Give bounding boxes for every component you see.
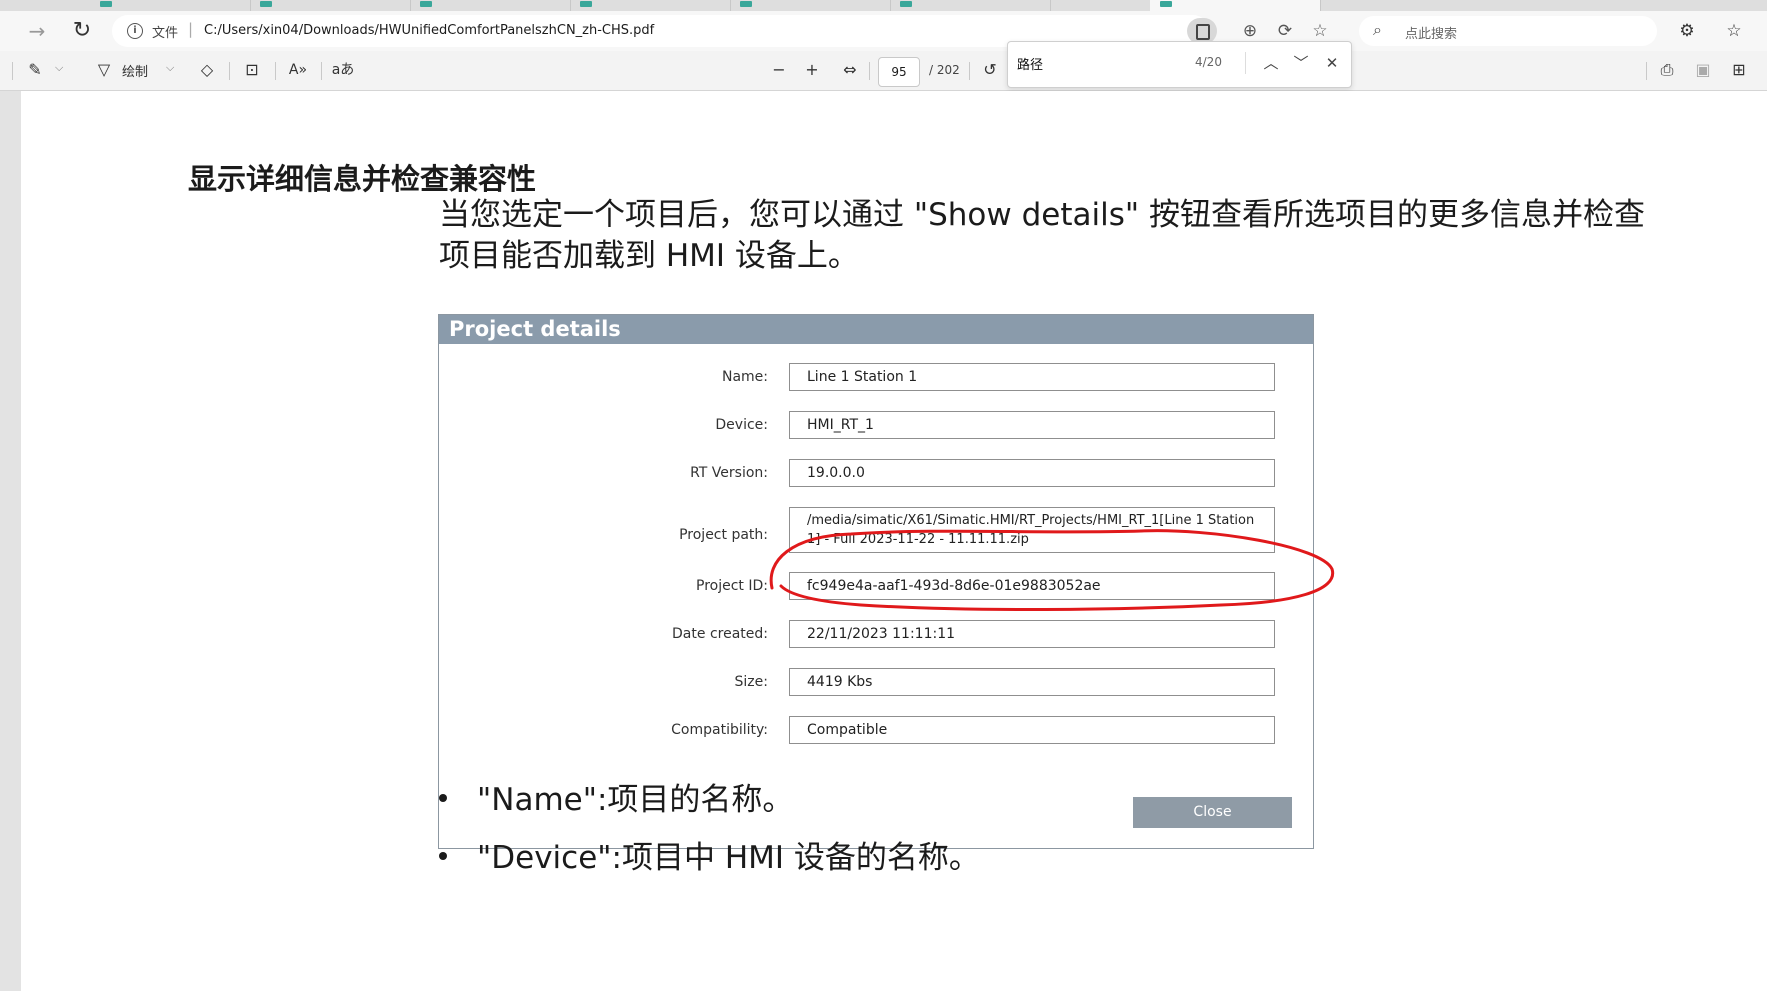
- section-heading: 显示详细信息并检查兼容性: [188, 162, 537, 196]
- detail-value: 4419 Kbs: [789, 668, 1275, 696]
- address-bar-row: → ↻ i 文件 | C:/Users/xin04/Downloads/HWUn…: [0, 11, 1767, 51]
- detail-label: Name:: [721, 369, 768, 385]
- toolbar-divider: [12, 62, 13, 80]
- text-box-icon[interactable]: ⊡: [240, 59, 264, 81]
- pdf-toolbar: ✎ ⌵ ▽ 绘制 ⌵ ◇ ⊡ A» aあ − + ⇔ 95 / 202 ↺ ⌕ …: [0, 51, 1767, 135]
- browser-tab[interactable]: [410, 0, 571, 11]
- bullet-dot: [439, 851, 447, 860]
- zoom-icon[interactable]: ⊕: [1238, 19, 1262, 43]
- bullet-text: "Device":项目中 HMI 设备的名称。: [477, 840, 980, 876]
- translate-icon[interactable]: aあ: [331, 59, 355, 81]
- chevron-down-icon[interactable]: ⌵: [55, 61, 63, 75]
- browser-tab[interactable]: [570, 0, 731, 11]
- detail-value: fc949e4a-aaf1-493d-8d6e-01e9883052ae: [789, 572, 1275, 600]
- toolbar-divider: [869, 62, 870, 80]
- highlight-icon[interactable]: ✎: [23, 59, 47, 81]
- search-icon: ⌕: [1373, 20, 1382, 39]
- page-total: / 202: [929, 63, 960, 77]
- tab-favicon: [1160, 1, 1172, 7]
- zoom-out-icon[interactable]: −: [768, 59, 790, 81]
- browser-tab[interactable]: [250, 0, 411, 11]
- reload-icon[interactable]: ↻: [69, 19, 95, 43]
- body-paragraph: 当您选定一个项目后，您可以通过 "Show details" 按钮查看所选项目的…: [439, 197, 1645, 274]
- detail-value: /media/simatic/X61/Simatic.HMI/RT_Projec…: [789, 507, 1275, 553]
- toolbar-divider: [969, 62, 970, 80]
- detail-label: Date created:: [672, 626, 768, 642]
- bullet-item-name: "Name":项目的名称。: [439, 774, 793, 819]
- url-scheme-label: 文件: [152, 26, 179, 41]
- favorites-icon[interactable]: ☆: [1722, 19, 1746, 43]
- dialog-title: Project details: [439, 315, 1313, 344]
- toolbar-divider: [229, 62, 230, 80]
- find-in-document-box: 路径 4/20 ︿ ﹀ ✕: [1007, 41, 1352, 88]
- tab-favicon: [260, 1, 272, 7]
- detail-value: Compatible: [789, 716, 1275, 744]
- find-prev-icon[interactable]: ︿: [1259, 51, 1283, 75]
- pdf-page: 显示详细信息并检查兼容性 当您选定一个项目后，您可以通过 "Show detai…: [21, 91, 1767, 991]
- read-aloud-text-icon[interactable]: A»: [286, 59, 310, 81]
- url-separator: |: [188, 20, 194, 38]
- page-number-input[interactable]: 95: [878, 57, 920, 87]
- save-as-icon[interactable]: ⊞: [1727, 59, 1751, 81]
- project-details-dialog: Project details Name: Line 1 Station 1 D…: [438, 314, 1314, 849]
- bullet-item-device: "Device":项目中 HMI 设备的名称。: [439, 832, 980, 877]
- save-icon[interactable]: ▣: [1691, 59, 1715, 81]
- detail-label: RT Version:: [690, 465, 768, 481]
- detail-value: Line 1 Station 1: [789, 363, 1275, 391]
- tab-favicon: [580, 1, 592, 7]
- detail-label: Project path:: [679, 527, 768, 543]
- fit-page-icon[interactable]: ⇔: [839, 59, 861, 81]
- chevron-down-icon[interactable]: ⌵: [166, 61, 174, 75]
- detail-label: Size:: [734, 674, 768, 690]
- eraser-icon[interactable]: ◇: [195, 59, 219, 81]
- tab-favicon: [100, 1, 112, 7]
- browser-tab[interactable]: [730, 0, 891, 11]
- browser-tab-active[interactable]: [1150, 0, 1321, 11]
- browser-tab[interactable]: [90, 0, 251, 11]
- draw-label[interactable]: 绘制: [122, 61, 148, 80]
- draw-icon[interactable]: ▽: [92, 59, 116, 81]
- bullet-text: "Name":项目的名称。: [477, 782, 794, 818]
- bullet-dot: [439, 793, 447, 802]
- detail-label: Project ID:: [696, 578, 768, 594]
- find-close-icon[interactable]: ✕: [1320, 51, 1344, 75]
- rotate-icon[interactable]: ↺: [978, 59, 1002, 81]
- tab-favicon: [420, 1, 432, 7]
- detail-value: 19.0.0.0: [789, 459, 1275, 487]
- refresh-icon[interactable]: ⟳: [1273, 19, 1297, 43]
- detail-value: HMI_RT_1: [789, 411, 1275, 439]
- extensions-icon[interactable]: ⚙: [1675, 19, 1699, 43]
- toolbar-divider: [321, 62, 322, 80]
- find-next-icon[interactable]: ﹀: [1289, 51, 1313, 75]
- search-placeholder: 点此搜索: [1405, 27, 1458, 42]
- toolbar-divider: [1646, 62, 1647, 80]
- print-icon[interactable]: ⎙: [1655, 59, 1679, 81]
- tab-favicon: [740, 1, 752, 7]
- detail-label: Compatibility:: [671, 722, 768, 738]
- find-input[interactable]: 路径: [1017, 54, 1043, 73]
- left-gutter: [0, 91, 21, 991]
- detail-value: 22/11/2023 11:11:11: [789, 620, 1275, 648]
- web-search-box[interactable]: ⌕ 点此搜索: [1359, 16, 1657, 46]
- favorite-star-icon[interactable]: ☆: [1308, 19, 1332, 43]
- info-icon[interactable]: i: [127, 23, 143, 39]
- browser-tab[interactable]: [890, 0, 1051, 11]
- tab-favicon: [900, 1, 912, 7]
- detail-label: Device:: [715, 417, 768, 433]
- zoom-in-icon[interactable]: +: [801, 59, 823, 81]
- find-result-count: 4/20: [1195, 55, 1222, 69]
- tab-strip: [0, 0, 1767, 11]
- url-text[interactable]: C:/Users/xin04/Downloads/HWUnifiedComfor…: [204, 23, 654, 38]
- find-divider: [1245, 52, 1246, 74]
- toolbar-divider: [275, 62, 276, 80]
- close-button: Close: [1133, 797, 1292, 828]
- forward-arrow-icon[interactable]: →: [24, 19, 50, 43]
